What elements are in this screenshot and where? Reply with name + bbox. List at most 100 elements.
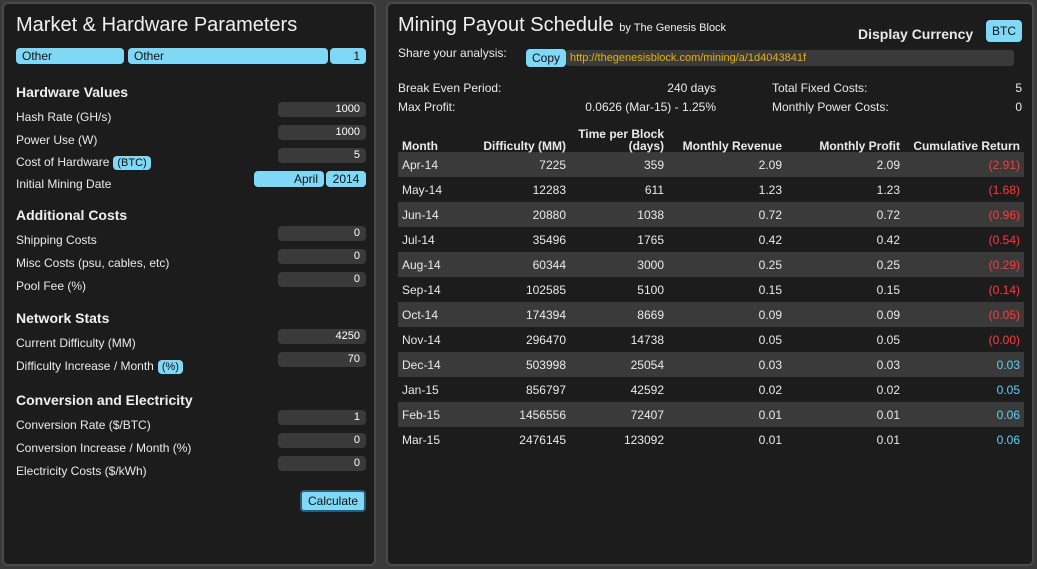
pool-fee-label: Pool Fee (%) xyxy=(16,279,87,293)
currency-select[interactable]: BTC xyxy=(986,20,1022,42)
cell-monthly-profit: 0.15 xyxy=(876,282,900,297)
hardware-select[interactable]: Other xyxy=(128,48,328,64)
table-row: Nov-14 296470 14738 0.05 0.05 (0.00) xyxy=(398,327,1024,352)
cell-difficulty: 856797 xyxy=(525,382,566,397)
display-currency-label: Display Currency xyxy=(858,26,974,42)
conversion-increase-label: Conversion Increase / Month (%) xyxy=(16,441,192,455)
cost-of-hardware-label: Cost of Hardware (BTC) xyxy=(16,155,151,170)
table-row: Feb-15 1456556 72407 0.01 0.01 0.06 xyxy=(398,402,1024,427)
cell-monthly-profit: 0.25 xyxy=(786,252,904,277)
cell-difficulty: 7225 xyxy=(462,152,570,177)
cell-time-per-block: 123092 xyxy=(623,432,664,447)
cell-time-per-block: 1038 xyxy=(570,202,668,227)
electricity-input[interactable]: 0 xyxy=(278,456,366,471)
table-row: Aug-14 60344 3000 0.25 0.25 (0.29) xyxy=(398,252,1024,277)
cost-of-hardware-input[interactable]: 5 xyxy=(278,148,366,163)
cell-month: Jul-14 xyxy=(402,232,435,247)
cell-difficulty: 102585 xyxy=(525,282,566,297)
cell-time-per-block: 72407 xyxy=(570,402,668,427)
cell-month: Dec-14 xyxy=(398,352,462,377)
parameters-title: Market & Hardware Parameters xyxy=(16,14,298,36)
cell-difficulty: 1456556 xyxy=(462,402,570,427)
cell-cumulative-return: (1.68) xyxy=(988,182,1020,197)
cell-month: Jun-14 xyxy=(398,202,462,227)
cell-monthly-revenue: 0.01 xyxy=(668,402,786,427)
conversion-rate-input[interactable]: 1 xyxy=(278,410,366,425)
network-stats-heading: Network Stats xyxy=(16,310,110,326)
cell-monthly-profit: 0.09 xyxy=(786,302,904,327)
share-label: Share your analysis: xyxy=(398,46,507,60)
power-costs-value: 0 xyxy=(1015,100,1022,114)
cell-difficulty: 20880 xyxy=(462,202,570,227)
cell-monthly-profit: 0.01 xyxy=(876,432,900,447)
table-row: Sep-14 102585 5100 0.15 0.15 (0.14) xyxy=(398,277,1024,302)
cost-currency-toggle[interactable]: (BTC) xyxy=(113,156,151,170)
table-row: May-14 12283 611 1.23 1.23 (1.68) xyxy=(398,177,1024,202)
payout-table: Month Difficulty (MM) Time per Block (da… xyxy=(398,124,1024,452)
payout-title: Mining Payout Schedule by The Genesis Bl… xyxy=(398,14,726,37)
cell-cumulative-return: 0.06 xyxy=(904,402,1024,427)
power-use-label: Power Use (W) xyxy=(16,133,98,147)
misc-costs-input[interactable]: 0 xyxy=(278,249,366,264)
cell-monthly-revenue: 0.05 xyxy=(758,332,782,347)
cell-monthly-revenue: 0.02 xyxy=(758,382,782,397)
cell-monthly-revenue: 0.01 xyxy=(758,432,782,447)
fixed-costs-label: Total Fixed Costs: xyxy=(772,81,868,95)
power-use-input[interactable]: 1000 xyxy=(278,125,366,140)
cell-monthly-revenue: 2.09 xyxy=(668,152,786,177)
cell-monthly-revenue: 0.09 xyxy=(668,302,786,327)
quantity-input[interactable]: 1 xyxy=(330,48,366,64)
year-select[interactable]: 2014 xyxy=(326,171,366,187)
cell-difficulty: 503998 xyxy=(462,352,570,377)
table-row: Jun-14 20880 1038 0.72 0.72 (0.96) xyxy=(398,202,1024,227)
month-select[interactable]: April xyxy=(254,171,324,187)
increase-unit-toggle[interactable]: (%) xyxy=(157,360,183,374)
max-profit-value: 0.0626 (Mar-15) - 1.25% xyxy=(585,100,716,114)
difficulty-input[interactable]: 4250 xyxy=(278,329,366,344)
hash-rate-input[interactable]: 1000 xyxy=(278,102,366,117)
difficulty-increase-text: Difficulty Increase / Month xyxy=(16,359,154,373)
cell-month: May-14 xyxy=(402,182,443,197)
cell-monthly-profit: 0.72 xyxy=(786,202,904,227)
conversion-increase-input[interactable]: 0 xyxy=(278,433,366,448)
cell-month: Nov-14 xyxy=(402,332,441,347)
cell-time-per-block: 1765 xyxy=(637,232,664,247)
break-even-label: Break Even Period: xyxy=(398,81,502,95)
difficulty-label: Current Difficulty (MM) xyxy=(16,336,136,350)
cell-month: Apr-14 xyxy=(398,152,462,177)
cell-cumulative-return: (0.29) xyxy=(904,252,1024,277)
pool-fee-input[interactable]: 0 xyxy=(278,272,366,287)
initial-date-label: Initial Mining Date xyxy=(16,177,112,191)
cell-cumulative-return: 0.03 xyxy=(904,352,1024,377)
calculate-button[interactable]: Calculate xyxy=(300,490,366,512)
market-select[interactable]: Other xyxy=(16,48,124,64)
col-time-per-block: Time per Block (days) xyxy=(578,127,664,153)
share-url-field[interactable]: http://thegenesisblock.com/mining/a/1d40… xyxy=(566,50,1014,66)
cell-month: Feb-15 xyxy=(398,402,462,427)
cell-time-per-block: 359 xyxy=(570,152,668,177)
shipping-input[interactable]: 0 xyxy=(278,226,366,241)
payout-title-text: Mining Payout Schedule xyxy=(398,14,614,36)
table-row: Apr-14 7225 359 2.09 2.09 (2.91) xyxy=(398,152,1024,177)
cell-time-per-block: 42592 xyxy=(630,382,664,397)
cell-monthly-revenue: 0.72 xyxy=(668,202,786,227)
table-row: Oct-14 174394 8669 0.09 0.09 (0.05) xyxy=(398,302,1024,327)
cell-monthly-profit: 0.42 xyxy=(876,232,900,247)
col-difficulty: Difficulty (MM) xyxy=(483,139,566,153)
cell-difficulty: 60344 xyxy=(462,252,570,277)
col-monthly-revenue: Monthly Revenue xyxy=(682,139,782,153)
cell-time-per-block: 14738 xyxy=(630,332,664,347)
shipping-label: Shipping Costs xyxy=(16,233,97,247)
copy-button[interactable]: Copy xyxy=(526,49,567,67)
hash-rate-label: Hash Rate (GH/s) xyxy=(16,110,112,124)
cost-label-text: Cost of Hardware xyxy=(16,155,110,169)
cell-monthly-revenue: 0.15 xyxy=(758,282,782,297)
cell-month: Mar-15 xyxy=(402,432,441,447)
cell-monthly-profit: 0.01 xyxy=(786,402,904,427)
cell-cumulative-return: 0.06 xyxy=(996,432,1020,447)
cell-monthly-profit: 0.02 xyxy=(876,382,900,397)
break-even-value: 240 days xyxy=(667,81,716,95)
difficulty-increase-input[interactable]: 70 xyxy=(278,352,366,367)
cell-monthly-revenue: 0.03 xyxy=(668,352,786,377)
cell-time-per-block: 5100 xyxy=(637,282,664,297)
